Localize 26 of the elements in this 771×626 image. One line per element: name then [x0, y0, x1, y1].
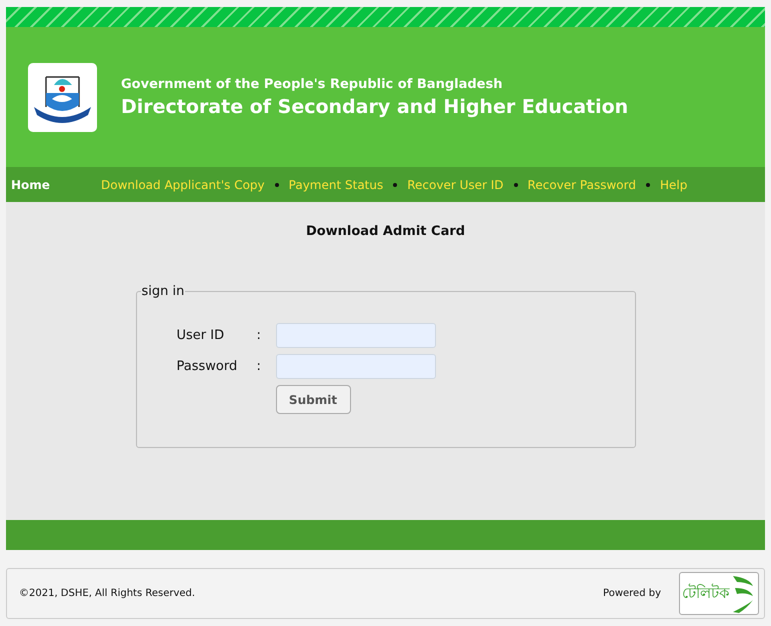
wave-icon: [731, 574, 755, 614]
field-colon: :: [256, 326, 262, 345]
bullet-icon: [393, 182, 398, 186]
bullet-icon: [514, 182, 518, 186]
input-field[interactable]: [276, 323, 436, 348]
header-subtitle: Government of the People's Republic of Bangladesh: [121, 76, 504, 94]
field-colon: :: [256, 358, 262, 376]
bullet-icon: [646, 182, 650, 186]
nav-link[interactable]: Recover Password: [528, 176, 636, 194]
nav-link[interactable]: Recover User ID: [407, 176, 504, 194]
bullet-icon: [274, 182, 279, 186]
header-title: Directorate of Secondary and Higher Education: [121, 94, 628, 119]
nav-link[interactable]: Payment Status: [288, 176, 384, 194]
powered-by-text: Powered by: [603, 587, 661, 601]
emblem-icon: [28, 62, 97, 132]
field-label: User ID: [176, 326, 226, 345]
nav-link[interactable]: Home: [11, 176, 50, 194]
nav-link[interactable]: Help: [660, 176, 688, 194]
panel-legend: sign in: [140, 282, 186, 301]
copyright-text: ©2021, DSHE, All Rights Reserved.: [19, 587, 196, 601]
brand-text: টেলিটক: [682, 586, 730, 601]
nav-link[interactable]: Download Applicant's Copy: [101, 176, 265, 194]
page-title: Download Admit Card: [306, 223, 466, 241]
submit-button[interactable]: Submit: [276, 385, 350, 414]
field-label: Password: [176, 358, 238, 376]
input-field[interactable]: [276, 354, 436, 379]
